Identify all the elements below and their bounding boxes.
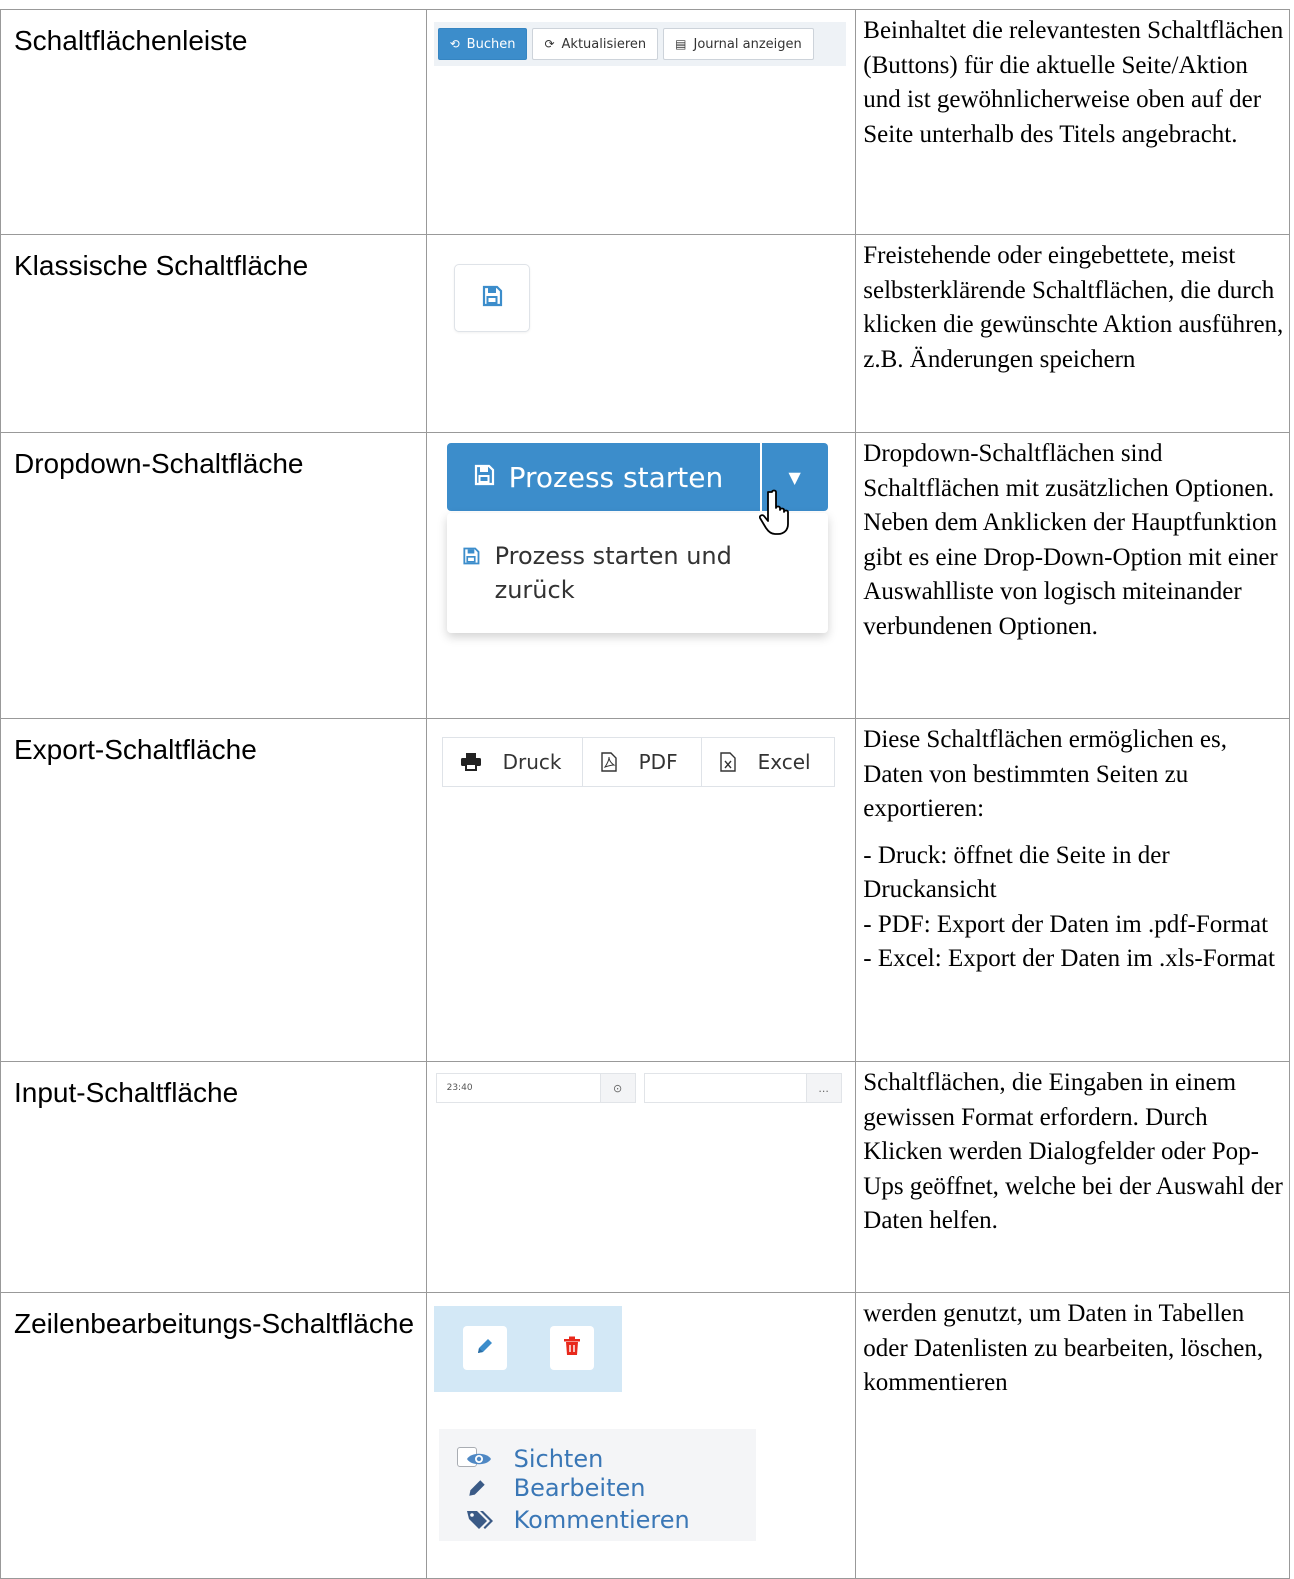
refresh-button[interactable]: ⟳ Aktualisieren xyxy=(532,28,659,60)
input-examples: 23:40 ⊙ ... xyxy=(435,1073,856,1103)
time-input[interactable]: 23:40 ⊙ xyxy=(435,1073,636,1103)
excel-button[interactable]: Excel xyxy=(700,737,835,787)
row-name: Zeilenbearbeitungs-Schaltfläche xyxy=(14,1308,415,1339)
row-description: werden genutzt, um Daten in Tabellen ode… xyxy=(863,1300,1264,1396)
refresh-button-label: Aktualisieren xyxy=(561,36,647,52)
row-name-cell: Dropdown-Schaltfläche xyxy=(0,432,427,719)
export-excel-desc: - Excel: Export der Daten im .xls-Format xyxy=(863,945,1275,972)
table-row: Schaltflächenleiste ⟲ Buchen ⟳ Aktualisi… xyxy=(0,9,1290,235)
table-row: Export-Schaltfläche Druck PDF Excel Dies… xyxy=(0,718,1290,1062)
excel-button-label: Excel xyxy=(757,750,811,774)
export-intro: Diese Schaltflächen ermöglichen es, Date… xyxy=(863,726,1228,822)
floppy-disk-icon xyxy=(480,284,504,312)
book-button[interactable]: ⟲ Buchen xyxy=(437,28,528,60)
journal-button[interactable]: ▤ Journal anzeigen xyxy=(663,28,814,60)
print-button-label: Druck xyxy=(502,750,562,774)
button-toolbar: ⟲ Buchen ⟳ Aktualisieren ▤ Journal anzei… xyxy=(433,22,846,66)
refresh-icon: ⟳ xyxy=(544,37,555,51)
delete-row-button[interactable] xyxy=(549,1326,594,1370)
menu-item-start-and-return[interactable]: Prozess starten und zurück xyxy=(461,539,732,607)
table-row: Zeilenbearbeitungs-Schaltfläche Sichten … xyxy=(0,1292,1290,1579)
view-action-label: Sichten xyxy=(513,1445,604,1473)
row-name-cell: Schaltflächenleiste xyxy=(0,9,427,235)
start-process-button[interactable]: Prozess starten xyxy=(446,443,760,511)
book-button-label: Buchen xyxy=(466,36,516,52)
export-pdf-desc: - PDF: Export der Daten im .pdf-Format xyxy=(863,910,1269,938)
comment-action-link[interactable]: Kommentieren xyxy=(466,1503,690,1537)
row-name: Input-Schaltfläche xyxy=(14,1077,239,1108)
start-process-label: Prozess starten xyxy=(508,460,724,494)
pdf-button-label: PDF xyxy=(638,750,678,774)
row-example-cell xyxy=(425,234,857,433)
ellipsis-button[interactable]: ... xyxy=(805,1074,841,1102)
row-description: Diese Schaltflächen ermöglichen es, Date… xyxy=(856,719,1289,985)
clock-icon[interactable]: ⊙ xyxy=(599,1074,635,1102)
row-actions-list: Sichten Bearbeiten Kommentieren xyxy=(438,1429,756,1541)
row-desc-cell: Freistehende oder eingebettete, meist se… xyxy=(855,234,1290,433)
row-description: Schaltflächen, die Eingaben in einem gew… xyxy=(863,1069,1283,1234)
export-print-desc: - Druck: öffnet die Seite in der Druckan… xyxy=(863,841,1170,904)
edit-action-label: Bearbeiten xyxy=(513,1474,646,1502)
pdf-file-icon xyxy=(600,752,617,772)
row-desc-cell: Diese Schaltflächen ermöglichen es, Date… xyxy=(855,718,1290,1062)
row-desc-cell: Beinhaltet die relevantesten Schaltfläch… xyxy=(855,9,1290,235)
eye-icon xyxy=(466,1451,492,1467)
row-example-cell: Prozess starten ▼ Prozess starten und zur… xyxy=(425,432,857,719)
row-description: Dropdown-Schaltflächen sind Schaltfläche… xyxy=(863,440,1278,640)
menu-item-line-1: Prozess starten und xyxy=(494,542,732,570)
row-desc-cell: werden genutzt, um Daten in Tabellen ode… xyxy=(855,1292,1290,1579)
lookup-input[interactable]: ... xyxy=(643,1073,842,1103)
save-button[interactable] xyxy=(453,264,530,332)
row-name: Export-Schaltfläche xyxy=(14,734,257,765)
caret-down-icon: ▼ xyxy=(788,467,801,487)
dropdown-example: Prozess starten ▼ Prozess starten und zur… xyxy=(434,433,834,639)
pencil-icon xyxy=(475,1336,495,1360)
row-edit-strip xyxy=(433,1306,622,1392)
table-row: Klassische Schaltfläche Freistehende ode… xyxy=(0,234,1290,433)
table-row: Dropdown-Schaltfläche Prozess starten ▼ xyxy=(0,432,1290,719)
row-example-cell: Druck PDF Excel xyxy=(425,718,857,1062)
time-input-value: 23:40 xyxy=(446,1083,473,1093)
lookup-input-value xyxy=(645,1074,806,1102)
row-name-cell: Klassische Schaltfläche xyxy=(0,234,427,433)
printer-icon xyxy=(460,753,481,771)
menu-item-label: Prozess starten und zurück xyxy=(495,539,732,607)
row-example-cell: ⟲ Buchen ⟳ Aktualisieren ▤ Journal anzei… xyxy=(425,9,857,235)
row-example-cell: 23:40 ⊙ ... xyxy=(425,1061,857,1293)
menu-item-line-2: zurück xyxy=(494,576,575,604)
undo-icon: ⟲ xyxy=(449,37,460,51)
row-name: Klassische Schaltfläche xyxy=(14,250,309,281)
hand-cursor-icon xyxy=(758,488,797,540)
row-description: Freistehende oder eingebettete, meist se… xyxy=(863,242,1284,373)
floppy-disk-icon xyxy=(472,461,496,494)
print-button[interactable]: Druck xyxy=(441,737,583,787)
excel-file-icon xyxy=(719,752,736,772)
row-desc-cell: Dropdown-Schaltflächen sind Schaltfläche… xyxy=(855,432,1290,719)
floppy-disk-icon xyxy=(461,541,481,607)
comment-action-label: Kommentieren xyxy=(513,1506,690,1534)
edit-row-button[interactable] xyxy=(462,1326,507,1370)
row-name: Schaltflächenleiste xyxy=(14,25,248,56)
trash-icon xyxy=(563,1336,581,1360)
row-description: Beinhaltet die relevantesten Schaltfläch… xyxy=(863,17,1284,148)
row-name-cell: Zeilenbearbeitungs-Schaltfläche xyxy=(0,1292,427,1579)
pdf-button[interactable]: PDF xyxy=(581,737,702,787)
journal-button-label: Journal anzeigen xyxy=(693,36,802,52)
row-desc-cell: Schaltflächen, die Eingaben in einem gew… xyxy=(855,1061,1290,1293)
row-name-cell: Export-Schaltfläche xyxy=(0,718,427,1062)
row-name-cell: Input-Schaltfläche xyxy=(0,1061,427,1293)
row-example-cell: Sichten Bearbeiten Kommentieren xyxy=(425,1292,857,1579)
row-name: Dropdown-Schaltfläche xyxy=(14,448,304,479)
table-row: Input-Schaltfläche 23:40 ⊙ ... Schaltflä… xyxy=(0,1061,1290,1293)
button-types-table: Schaltflächenleiste ⟲ Buchen ⟳ Aktualisi… xyxy=(0,9,1290,1579)
tags-icon xyxy=(466,1509,494,1531)
list-icon: ▤ xyxy=(675,37,687,51)
export-button-group: Druck PDF Excel xyxy=(441,737,856,787)
edit-action-link[interactable]: Bearbeiten xyxy=(468,1471,646,1505)
pencil-icon xyxy=(466,1477,488,1499)
